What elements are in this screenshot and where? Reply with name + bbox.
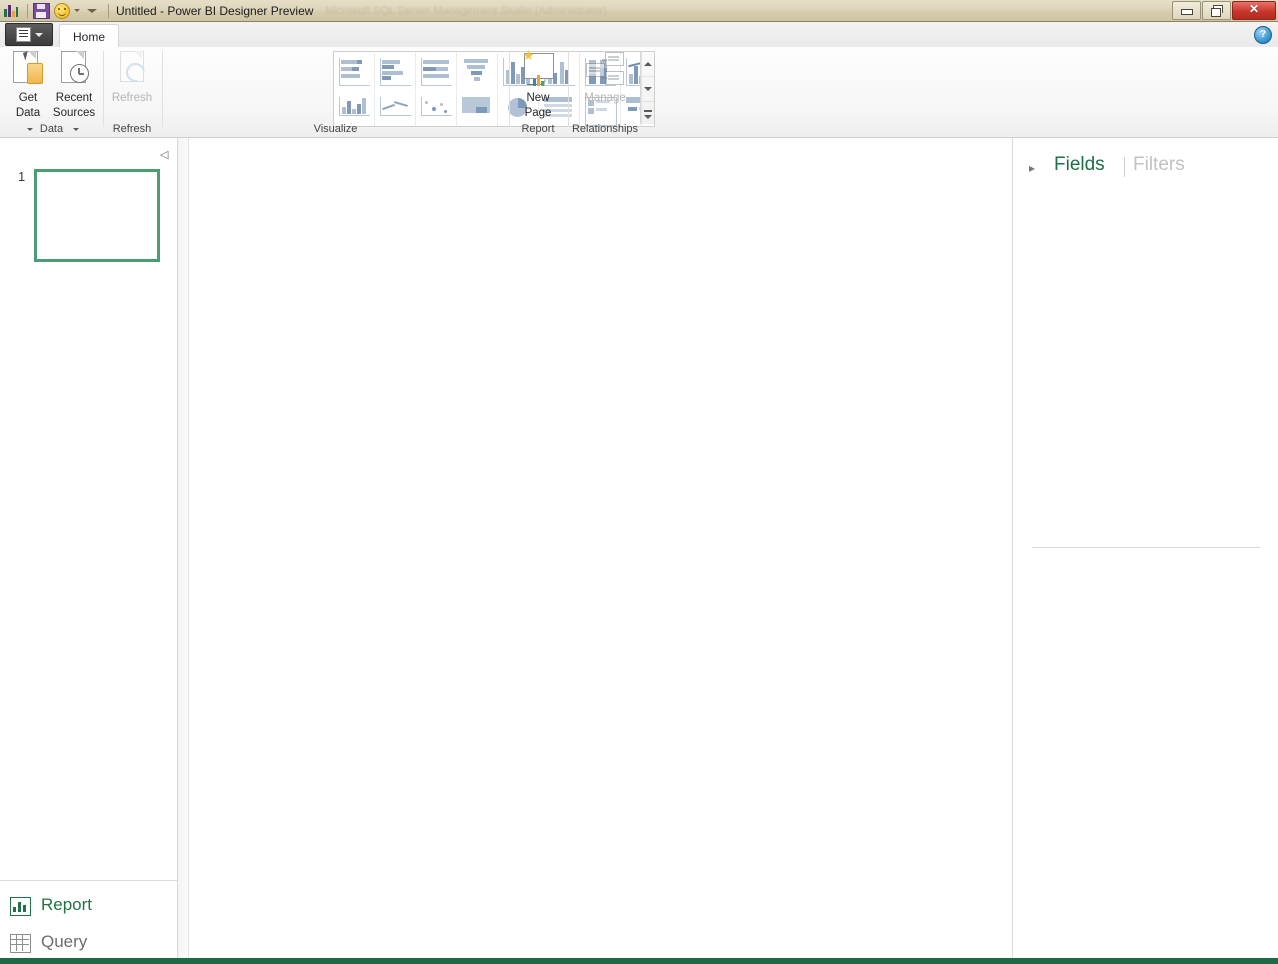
ribbon-group-report: New Page Report	[510, 47, 566, 137]
status-bar	[0, 958, 1278, 964]
query-view-icon	[10, 933, 31, 953]
quick-access-toolbar-chevron-down-icon[interactable]	[87, 8, 97, 13]
ribbon-group-visualize: Visualize	[163, 47, 655, 137]
chevron-right-icon[interactable]: ▸	[1029, 162, 1035, 174]
clustered-bar-chart-icon[interactable]	[375, 53, 416, 91]
funnel-chart-icon[interactable]	[457, 53, 498, 91]
manage-relationships-icon	[586, 50, 624, 90]
recent-sources-label-line2: Sources	[52, 107, 96, 119]
report-canvas[interactable]	[189, 138, 1013, 958]
file-menu-button[interactable]	[5, 23, 53, 46]
window-title: Untitled - Power BI Designer Preview	[116, 3, 314, 18]
group-divider-5	[641, 51, 642, 127]
minimize-button[interactable]	[1172, 1, 1201, 20]
canvas-left-gutter[interactable]	[178, 138, 189, 958]
get-data-icon	[11, 50, 45, 90]
collapse-left-icon[interactable]: ◁	[160, 150, 168, 161]
titlebar-separator	[27, 3, 28, 18]
chevron-down-icon	[34, 32, 43, 37]
tab-filters[interactable]: Filters	[1133, 154, 1185, 176]
pane-tab-divider	[1124, 157, 1125, 177]
hundred-percent-stacked-bar-chart-icon[interactable]	[416, 53, 457, 91]
nav-item-report[interactable]: Report	[10, 890, 92, 920]
gallery-scroll-up-button[interactable]	[641, 52, 654, 77]
recent-sources-icon	[57, 50, 91, 90]
window-controls: ✕	[1171, 1, 1276, 20]
ribbon-group-refresh: Refresh Refresh	[104, 47, 160, 137]
tab-home[interactable]: Home	[59, 24, 120, 49]
nav-item-query-label: Query	[41, 932, 88, 951]
new-page-label-line2: Page	[524, 107, 552, 119]
nav-separator	[0, 880, 177, 881]
power-bi-designer-window: Untitled - Power BI Designer Preview Mic…	[0, 0, 1278, 964]
page-thumbnail-1[interactable]	[34, 169, 160, 262]
gallery-scroll-down-button[interactable]	[641, 77, 654, 102]
save-floppy-icon[interactable]	[33, 2, 50, 19]
refresh-button[interactable]: Refresh	[104, 50, 160, 105]
report-view-icon	[10, 896, 31, 916]
title-bar: Untitled - Power BI Designer Preview Mic…	[0, 0, 1278, 22]
group-label-refresh: Refresh	[112, 123, 152, 135]
waterfall-chart-icon[interactable]	[334, 92, 375, 126]
new-page-button[interactable]: New Page	[510, 50, 566, 120]
powerbi-logo-icon	[3, 3, 19, 18]
gallery-scroll-controls	[640, 52, 654, 124]
group-label-visualize: Visualize	[313, 123, 358, 135]
pane-section-divider	[1032, 547, 1260, 548]
fields-filters-pane: ▸ Fields Filters	[1013, 138, 1278, 958]
ribbon-group-relationships: Manage Relationships	[569, 47, 641, 137]
ribbon-body: Get Data Recent Sources Data Refresh Ref…	[0, 47, 1278, 138]
smiley-dropdown-chevron-down-icon[interactable]	[74, 9, 80, 12]
smiley-face-icon[interactable]	[54, 2, 70, 19]
recent-sources-label-line1: Recent	[55, 92, 93, 104]
refresh-icon	[115, 50, 149, 90]
close-button[interactable]: ✕	[1232, 1, 1276, 20]
line-chart-icon[interactable]	[375, 92, 416, 126]
ribbon-group-data: Get Data Recent Sources Data	[0, 47, 103, 137]
manage-relationships-button[interactable]: Manage	[577, 50, 633, 105]
restore-button[interactable]	[1202, 1, 1231, 20]
stacked-bar-chart-icon[interactable]	[334, 53, 375, 91]
nav-item-query[interactable]: Query	[10, 927, 87, 957]
nav-item-report-label: Report	[41, 895, 93, 914]
background-window-title: Microsoft SQL Server Management Studio (…	[325, 4, 607, 17]
ribbon: Home ? Get Data Recent Sources Data Refr…	[0, 22, 1278, 138]
new-page-label-line1: New	[526, 92, 550, 104]
menu-list-icon	[15, 27, 31, 42]
manage-label: Manage	[584, 92, 626, 104]
tab-fields[interactable]: Fields	[1054, 154, 1105, 176]
ribbon-tab-row: Home ?	[0, 22, 1278, 49]
page-number-label: 1	[18, 169, 26, 184]
group-label-data: Data	[39, 123, 64, 135]
refresh-label: Refresh	[111, 92, 153, 104]
close-icon: ✕	[1248, 2, 1260, 16]
gallery-expand-button[interactable]	[641, 102, 654, 126]
new-page-icon	[521, 50, 555, 90]
group-label-report: Report	[521, 123, 555, 135]
titlebar-separator-2	[108, 3, 109, 18]
group-label-relationships: Relationships	[571, 123, 639, 135]
help-icon[interactable]: ?	[1254, 26, 1272, 44]
map-visual-icon[interactable]	[457, 92, 498, 126]
scatter-chart-icon[interactable]	[416, 92, 457, 126]
pages-pane: ◁ 1 Report Query	[0, 138, 178, 958]
